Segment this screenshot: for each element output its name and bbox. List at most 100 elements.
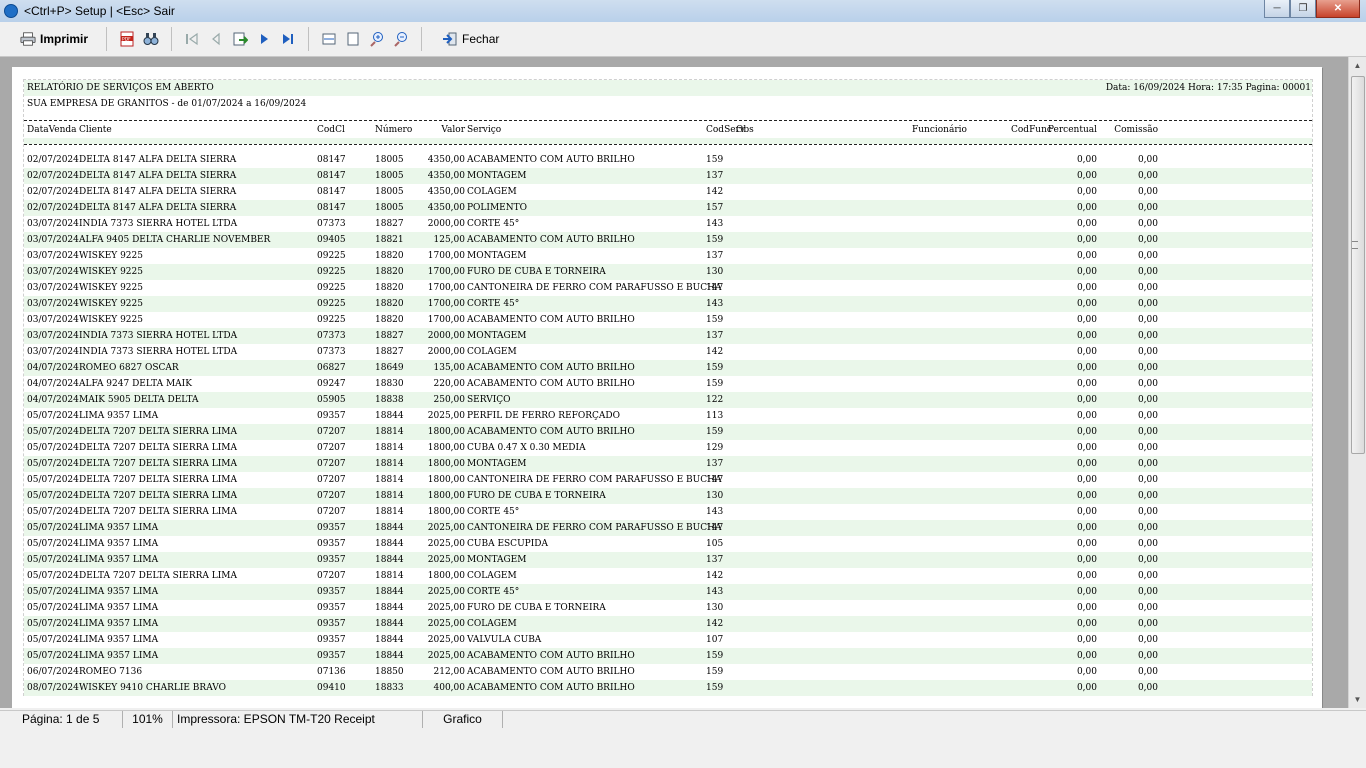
cell-client: DELTA 8147 ALFA DELTA SIERRA xyxy=(79,203,237,213)
scroll-up-icon[interactable]: ▲ xyxy=(1349,57,1366,74)
col-value: Valor xyxy=(441,125,465,135)
export-pdf-button[interactable]: PDF xyxy=(115,26,139,52)
cell-commission: 0,00 xyxy=(1137,251,1158,261)
cell-client: ALFA 9247 DELTA MAIK xyxy=(79,379,192,389)
cell-client: LIMA 9357 LIMA xyxy=(79,587,159,597)
cell-percent: 0,00 xyxy=(1076,443,1097,453)
toolbar-separator xyxy=(308,27,310,51)
svg-text:PDF: PDF xyxy=(122,37,131,43)
cell-codcl: 08147 xyxy=(317,203,346,213)
cell-date: 03/07/2024 xyxy=(27,219,79,229)
cell-codserv: 143 xyxy=(706,299,724,309)
cell-codcl: 09357 xyxy=(317,539,346,549)
cell-percent: 0,00 xyxy=(1076,203,1097,213)
cell-commission: 0,00 xyxy=(1137,491,1158,501)
preview-area[interactable]: RELATÓRIO DE SERVIÇOS EM ABERTO Data: 16… xyxy=(0,57,1348,708)
cell-commission: 0,00 xyxy=(1137,411,1158,421)
cell-client: WISKEY 9225 xyxy=(79,315,143,325)
page-width-button[interactable] xyxy=(317,26,341,52)
cell-codcl: 07207 xyxy=(317,475,346,485)
cell-codserv: 122 xyxy=(706,395,724,405)
cell-number: 18005 xyxy=(375,171,404,181)
cell-commission: 0,00 xyxy=(1137,443,1158,453)
cell-date: 03/07/2024 xyxy=(27,347,79,357)
cell-commission: 0,00 xyxy=(1137,155,1158,165)
first-page-button[interactable] xyxy=(180,26,204,52)
vertical-scrollbar[interactable]: ▲ ▼ xyxy=(1348,57,1366,708)
cell-percent: 0,00 xyxy=(1076,523,1097,533)
cell-codcl: 08147 xyxy=(317,187,346,197)
cell-service: FURO DE CUBA E TORNEIRA xyxy=(467,491,606,501)
cell-service: CANTONEIRA DE FERRO COM PARAFUSSO E BUCH… xyxy=(467,523,722,533)
cell-commission: 0,00 xyxy=(1137,539,1158,549)
previous-page-button[interactable] xyxy=(204,26,228,52)
cell-percent: 0,00 xyxy=(1076,459,1097,469)
cell-percent: 0,00 xyxy=(1076,507,1097,517)
cell-commission: 0,00 xyxy=(1137,571,1158,581)
cell-commission: 0,00 xyxy=(1137,683,1158,693)
cell-date: 05/07/2024 xyxy=(27,427,79,437)
cell-codserv: 159 xyxy=(706,651,724,661)
cell-client: LIMA 9357 LIMA xyxy=(79,539,159,549)
zoom-in-button[interactable] xyxy=(365,26,389,52)
status-zoom: 101% xyxy=(123,711,173,728)
cell-value: 4350,00 xyxy=(427,203,465,213)
next-page-button[interactable] xyxy=(252,26,276,52)
cell-date: 05/07/2024 xyxy=(27,555,79,565)
cell-value: 2025,00 xyxy=(427,619,465,629)
cell-number: 18844 xyxy=(375,411,404,421)
table-row: 05/07/2024 LIMA 9357 LIMA 09357 18844 2025,0… xyxy=(24,520,1312,536)
table-row: 03/07/2024 INDIA 7373 SIERRA HOTEL LTDA 07… xyxy=(24,216,1312,232)
cell-client: WISKEY 9225 xyxy=(79,283,143,293)
maximize-button[interactable]: ❐ xyxy=(1290,0,1316,18)
find-button[interactable] xyxy=(139,26,163,52)
cell-service: ACABAMENTO COM AUTO BRILHO xyxy=(467,315,635,325)
cell-codcl: 06827 xyxy=(317,363,346,373)
minimize-button[interactable]: ─ xyxy=(1264,0,1290,18)
cell-codcl: 09225 xyxy=(317,251,346,261)
table-row: 02/07/2024 DELTA 8147 ALFA DELTA SIERRA 08… xyxy=(24,168,1312,184)
goto-page-button[interactable] xyxy=(228,26,252,52)
last-page-button[interactable] xyxy=(276,26,300,52)
cell-date: 05/07/2024 xyxy=(27,539,79,549)
last-page-icon xyxy=(280,31,296,47)
cell-service: ACABAMENTO COM AUTO BRILHO xyxy=(467,379,635,389)
cell-date: 08/07/2024 xyxy=(27,683,79,693)
cell-codserv: 159 xyxy=(706,315,724,325)
cell-codcl: 09357 xyxy=(317,587,346,597)
cell-percent: 0,00 xyxy=(1076,571,1097,581)
table-row: 02/07/2024 DELTA 8147 ALFA DELTA SIERRA 08… xyxy=(24,152,1312,168)
print-button[interactable]: Imprimir xyxy=(16,26,92,52)
status-printer: Impressora: EPSON TM-T20 Receipt xyxy=(173,711,423,728)
cell-number: 18827 xyxy=(375,219,404,229)
toolbar-separator xyxy=(171,27,173,51)
cell-codcl: 09357 xyxy=(317,411,346,421)
cell-commission: 0,00 xyxy=(1137,459,1158,469)
cell-date: 05/07/2024 xyxy=(27,411,79,421)
cell-service: CORTE 45° xyxy=(467,507,520,517)
scroll-down-icon[interactable]: ▼ xyxy=(1349,691,1366,708)
close-window-button[interactable]: ✕ xyxy=(1316,0,1360,18)
cell-commission: 0,00 xyxy=(1137,555,1158,565)
table-row: 05/07/2024 DELTA 7207 DELTA SIERRA LIMA 07… xyxy=(24,424,1312,440)
exit-icon xyxy=(442,31,458,47)
cell-date: 03/07/2024 xyxy=(27,331,79,341)
cell-value: 1700,00 xyxy=(427,267,465,277)
scroll-thumb[interactable] xyxy=(1351,76,1365,454)
zoom-out-button[interactable] xyxy=(389,26,413,52)
cell-service: CORTE 45° xyxy=(467,299,520,309)
cell-percent: 0,00 xyxy=(1076,331,1097,341)
cell-commission: 0,00 xyxy=(1137,667,1158,677)
report-content: RELATÓRIO DE SERVIÇOS EM ABERTO Data: 16… xyxy=(23,79,1313,696)
cell-value: 2025,00 xyxy=(427,539,465,549)
cell-codcl: 09410 xyxy=(317,683,346,693)
cell-service: ACABAMENTO COM AUTO BRILHO xyxy=(467,667,635,677)
whole-page-button[interactable] xyxy=(341,26,365,52)
table-row: 05/07/2024 DELTA 7207 DELTA SIERRA LIMA 07… xyxy=(24,504,1312,520)
cell-client: MAIK 5905 DELTA DELTA xyxy=(79,395,199,405)
cell-client: ROMEO 6827 OSCAR xyxy=(79,363,179,373)
table-row: 05/07/2024 LIMA 9357 LIMA 09357 18844 2025,0… xyxy=(24,648,1312,664)
cell-commission: 0,00 xyxy=(1137,347,1158,357)
cell-codserv: 159 xyxy=(706,379,724,389)
close-preview-button[interactable]: Fechar xyxy=(438,26,503,52)
